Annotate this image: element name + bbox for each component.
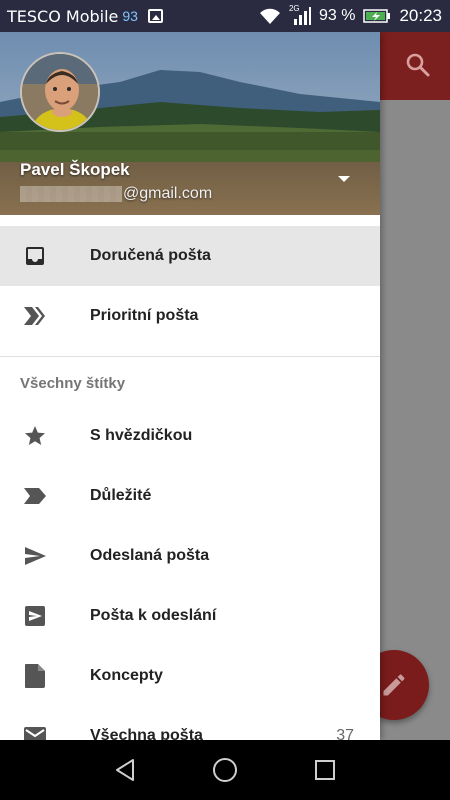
drawer-item-label: Důležité	[90, 487, 152, 504]
clock: 20:23	[399, 6, 442, 25]
account-email: @gmail.com	[20, 185, 212, 203]
drawer-item-drafts[interactable]: Koncepty	[0, 646, 380, 706]
drawer-item-label: Odeslaná pošta	[90, 547, 210, 564]
mail-icon	[0, 726, 90, 740]
inbox-icon	[0, 244, 90, 268]
outbox-icon	[0, 604, 90, 628]
battery-charging-icon	[363, 9, 391, 23]
account-name: Pavel Škopek	[20, 160, 130, 179]
pencil-icon	[383, 674, 405, 696]
wifi-icon	[259, 8, 280, 24]
drawer-item-label: Koncepty	[90, 667, 163, 684]
back-icon[interactable]	[114, 758, 136, 782]
important-icon	[0, 486, 90, 506]
navigation-drawer: Pavel Škopek @gmail.com Doručená pošta P…	[0, 32, 380, 740]
recents-icon[interactable]	[314, 759, 336, 781]
priority-icon	[0, 305, 90, 327]
avatar[interactable]	[20, 52, 100, 132]
drawer-item-important[interactable]: Důležité	[0, 466, 380, 526]
labels-section-title: Všechny štítky	[20, 375, 126, 392]
divider	[0, 356, 380, 357]
system-nav-bar	[0, 740, 450, 800]
battery-percent: 93 %	[318, 7, 356, 24]
drawer-item-label: Doručená pošta	[90, 247, 211, 264]
signal-icon: 2G	[289, 4, 311, 25]
drawer-item-inbox[interactable]: Doručená pošta	[0, 226, 380, 286]
drawer-item-starred[interactable]: S hvězdičkou	[0, 406, 380, 466]
drawer-item-sent[interactable]: Odeslaná pošta	[0, 526, 380, 586]
status-bar: TESCO Mobile 93 2G 93 % 20:23	[0, 0, 450, 32]
redacted-email-user	[20, 186, 122, 202]
drawer-item-label: Pošta k odeslání	[90, 607, 217, 624]
draft-icon	[0, 663, 90, 689]
drawer-item-outbox[interactable]: Pošta k odeslání	[0, 586, 380, 646]
drawer-item-all-mail[interactable]: Všechna pošta 37	[0, 706, 380, 740]
image-icon	[147, 9, 163, 23]
star-icon	[0, 424, 90, 448]
drawer-item-label: S hvězdičkou	[90, 427, 193, 444]
search-icon[interactable]	[405, 52, 431, 83]
carrier-name: TESCO Mobile	[7, 6, 119, 26]
app-content-scrim	[380, 100, 450, 740]
account-header[interactable]: Pavel Škopek @gmail.com	[0, 32, 380, 215]
account-email-domain: @gmail.com	[123, 185, 213, 202]
unread-count: 37	[336, 727, 354, 740]
signal-badge: 93	[122, 8, 138, 24]
home-icon[interactable]	[212, 757, 238, 783]
account-switcher-arrow-icon[interactable]	[338, 176, 350, 182]
drawer-item-label: Všechna pošta	[90, 727, 203, 740]
drawer-item-priority[interactable]: Prioritní pošta	[0, 286, 380, 346]
send-icon	[0, 544, 90, 568]
drawer-item-label: Prioritní pošta	[90, 307, 199, 324]
